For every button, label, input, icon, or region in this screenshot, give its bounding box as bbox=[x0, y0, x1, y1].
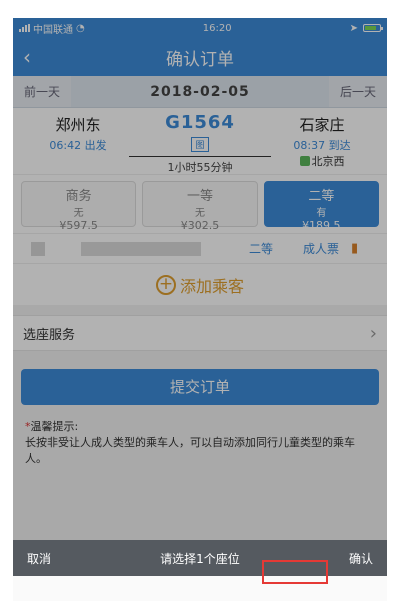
seat-picker-panel bbox=[13, 576, 387, 601]
picker-prompt: 请选择1个座位 bbox=[160, 551, 240, 566]
phone-screen: 中国联通 ◔ 16:20 ➤ ‹ 确认订单 前一天 2018-02-05 后一天… bbox=[13, 18, 387, 601]
modal-overlay[interactable] bbox=[13, 18, 387, 540]
seat-picker-toolbar: 取消 请选择1个座位 确认 bbox=[13, 540, 387, 576]
highlight-box bbox=[262, 560, 328, 584]
picker-cancel-button[interactable]: 取消 bbox=[27, 550, 51, 567]
picker-confirm-button[interactable]: 确认 bbox=[349, 550, 373, 567]
